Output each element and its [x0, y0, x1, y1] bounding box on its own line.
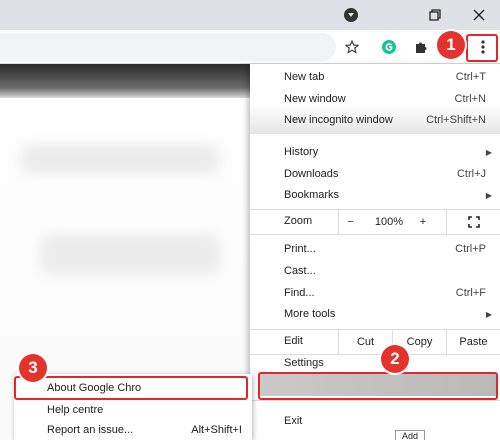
zoom-out-button[interactable]: − [338, 210, 362, 234]
menu-item-label: History [284, 146, 319, 158]
menu-item-shortcut: Ctrl+F [455, 287, 486, 299]
menu-item-shortcut: Ctrl+N [454, 93, 486, 105]
zoom-label: Zoom [284, 215, 313, 227]
paste-button[interactable]: Paste [446, 330, 500, 354]
close-icon[interactable] [468, 4, 490, 26]
edit-label: Edit [284, 335, 303, 347]
annotation-box-help [258, 372, 498, 400]
menu-item-print[interactable]: Print... Ctrl+P [250, 238, 500, 260]
submenu-item-label: Help centre [47, 404, 104, 416]
menu-item-shortcut: Ctrl+J [456, 168, 486, 180]
menu-item-find[interactable]: Find... Ctrl+F [250, 282, 500, 304]
annotation-box-menu-button [466, 34, 498, 62]
add-button[interactable]: Add [395, 430, 425, 440]
menu-item-label: Find... [284, 287, 315, 299]
submenu-arrow-icon: ▶ [485, 147, 492, 157]
address-bar[interactable] [0, 33, 336, 61]
fullscreen-icon[interactable] [446, 210, 500, 234]
menu-item-more-tools[interactable]: More tools ▶ [250, 303, 500, 325]
step-badge-2: 2 [381, 345, 409, 373]
grammarly-icon[interactable] [378, 36, 400, 58]
menu-item-shortcut: Ctrl+P [455, 243, 486, 255]
step-badge-3: 3 [19, 354, 47, 382]
submenu-item-help-centre[interactable]: Help centre [14, 400, 252, 420]
menu-item-label: Downloads [284, 168, 339, 180]
menu-separator [250, 234, 500, 235]
submenu-arrow-icon: ▶ [485, 190, 492, 200]
menu-separator [250, 400, 500, 401]
menu-item-label: Print... [284, 243, 316, 255]
submenu-arrow-icon: ▶ [485, 309, 492, 319]
submenu-item-label: Report an issue... [47, 424, 134, 436]
menu-item-label: Bookmarks [284, 189, 340, 201]
step-badge-1: 1 [437, 31, 465, 59]
menu-item-label: New tab [284, 71, 325, 83]
account-circle-icon[interactable] [340, 4, 362, 26]
menu-item-history[interactable]: History ▶ [250, 141, 500, 163]
page-header-blur [0, 64, 260, 98]
menu-item-downloads[interactable]: Downloads Ctrl+J [250, 163, 500, 185]
menu-item-new-incognito[interactable]: New incognito window Ctrl+Shift+N [250, 109, 500, 131]
menu-item-shortcut: Ctrl+Shift+N [426, 114, 486, 126]
blurred-content [40, 234, 220, 274]
menu-item-label: Exit [284, 415, 303, 427]
menu-zoom-row: Zoom − 100% + [250, 210, 500, 234]
submenu-item-shortcut: Alt+Shift+I [191, 424, 242, 436]
zoom-in-button[interactable]: + [408, 210, 438, 234]
restore-window-icon[interactable] [424, 4, 446, 26]
submenu-item-report-issue[interactable]: Report an issue... Alt+Shift+I [14, 420, 252, 440]
annotation-box-about [14, 376, 248, 400]
menu-item-settings[interactable]: Settings [250, 355, 500, 369]
menu-item-bookmarks[interactable]: Bookmarks ▶ [250, 184, 500, 206]
menu-item-exit[interactable]: Exit [250, 410, 500, 432]
menu-item-label: More tools [284, 308, 336, 320]
puzzle-icon[interactable] [410, 36, 432, 58]
menu-item-new-window[interactable]: New window Ctrl+N [250, 88, 500, 110]
menu-item-cast[interactable]: Cast... [250, 260, 500, 282]
menu-item-label: New window [284, 93, 346, 105]
menu-item-label: Cast... [284, 265, 316, 277]
menu-item-shortcut: Ctrl+T [455, 71, 486, 83]
star-icon[interactable] [341, 36, 363, 58]
blurred-content [20, 144, 220, 174]
menu-item-label: New incognito window [284, 114, 393, 126]
menu-item-new-tab[interactable]: New tab Ctrl+T [250, 66, 500, 88]
title-bar [0, 0, 500, 30]
menu-edit-row: Edit Cut Copy Paste [250, 330, 500, 354]
